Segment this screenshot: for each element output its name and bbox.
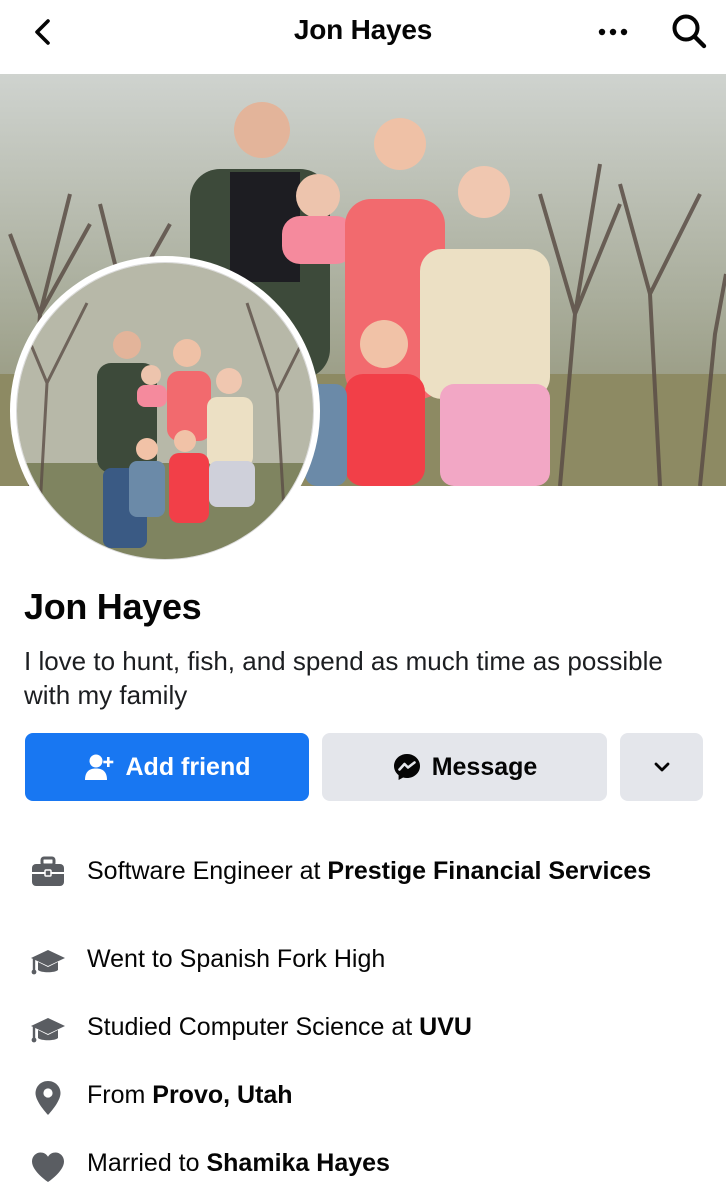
message-label: Message xyxy=(431,752,538,781)
search-button[interactable] xyxy=(664,8,714,54)
add-friend-button[interactable]: Add friend xyxy=(25,733,309,801)
more-actions-button[interactable] xyxy=(620,733,703,801)
more-dots-icon xyxy=(598,28,628,36)
briefcase-icon xyxy=(28,852,68,892)
detail-school-prefix: Went to xyxy=(87,945,180,973)
detail-hometown: From Provo, Utah xyxy=(0,1078,726,1118)
detail-hometown-place[interactable]: Provo, Utah xyxy=(152,1081,292,1109)
detail-study-prefix: Studied Computer Science at xyxy=(87,1013,420,1041)
profile-bio: I love to hunt, fish, and spend as much … xyxy=(24,646,663,710)
top-bar: Jon Hayes xyxy=(0,0,726,74)
add-friend-label: Add friend xyxy=(125,752,251,781)
profile-picture-image xyxy=(17,263,313,559)
detail-hometown-text: From Provo, Utah xyxy=(87,1078,687,1112)
location-pin-icon xyxy=(28,1078,68,1118)
graduation-cap-icon xyxy=(28,942,68,982)
detail-relationship-prefix: Married to xyxy=(87,1149,207,1177)
profile-picture[interactable] xyxy=(10,256,320,566)
heart-icon xyxy=(28,1147,68,1187)
detail-school: Went to Spanish Fork High xyxy=(0,942,726,982)
graduation-cap-icon xyxy=(28,1010,68,1050)
messenger-icon xyxy=(393,754,420,780)
detail-study-text: Studied Computer Science at UVU xyxy=(87,1010,687,1044)
detail-hometown-prefix: From xyxy=(87,1081,153,1109)
detail-relationship: Married to Shamika Hayes xyxy=(0,1146,726,1186)
detail-work: Software Engineer at Prestige Financial … xyxy=(0,848,726,924)
detail-school-text: Went to Spanish Fork High xyxy=(87,942,687,976)
detail-school-name[interactable]: Spanish Fork High xyxy=(180,945,386,973)
add-person-icon xyxy=(84,754,113,780)
detail-study: Studied Computer Science at UVU xyxy=(0,1010,726,1050)
message-button[interactable]: Message xyxy=(322,733,607,801)
search-icon xyxy=(672,14,707,49)
detail-study-school[interactable]: UVU xyxy=(419,1013,472,1041)
profile-name: Jon Hayes xyxy=(24,586,202,627)
detail-work-text: Software Engineer at Prestige Financial … xyxy=(87,854,687,888)
more-options-button[interactable] xyxy=(588,12,638,52)
detail-work-prefix: Software Engineer at xyxy=(87,857,328,885)
detail-relationship-text: Married to Shamika Hayes xyxy=(87,1146,687,1180)
detail-work-company[interactable]: Prestige Financial Services xyxy=(327,857,651,885)
detail-relationship-partner[interactable]: Shamika Hayes xyxy=(206,1149,389,1177)
chevron-down-icon xyxy=(654,762,669,772)
avatar xyxy=(16,262,314,560)
